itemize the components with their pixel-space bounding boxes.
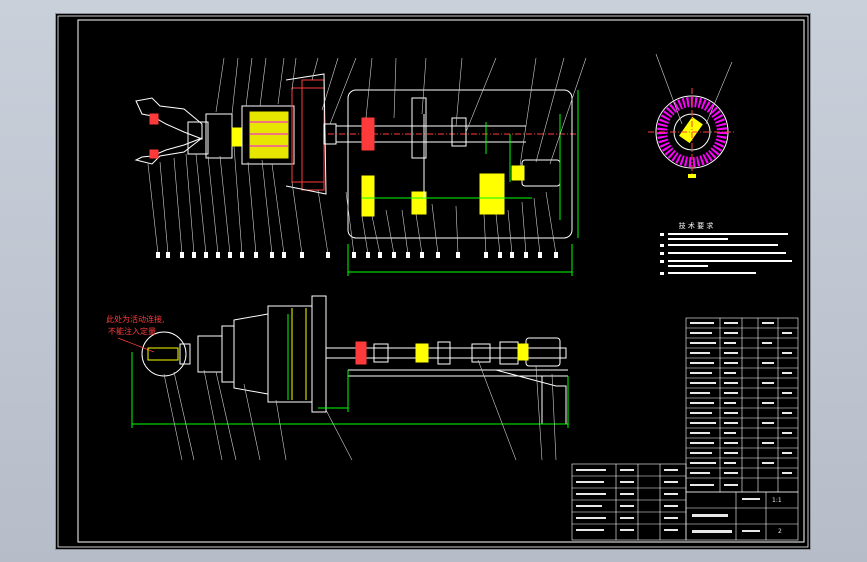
annotation-note-line1: 此处为活动连接, <box>106 315 165 324</box>
rotary-housing <box>301 79 325 191</box>
gripper-jaw-lower <box>134 137 203 165</box>
detail-circle <box>141 331 187 377</box>
cylinder-inner <box>249 111 289 159</box>
front-motor <box>525 337 561 367</box>
wrist-shaft <box>231 127 243 147</box>
support-bracket <box>495 369 567 424</box>
motor-top <box>521 159 561 187</box>
front-housing <box>267 305 313 403</box>
gripper-jaw-upper <box>135 97 203 140</box>
tech-requirements: 技 术 要 求 <box>660 221 792 275</box>
top-view <box>134 57 587 276</box>
annotation-note-line2: 不能注入定量 <box>108 327 156 336</box>
tech-requirements-title: 技 术 要 求 <box>679 221 714 230</box>
title-block-drawing-no: 2 <box>778 528 782 535</box>
front-cylinder-small <box>221 325 235 383</box>
section-view <box>648 53 736 178</box>
front-cylinder <box>233 313 269 395</box>
flange-housing <box>291 87 325 183</box>
gripper-front <box>147 347 179 361</box>
outer-frame <box>57 15 809 548</box>
gear-pair-3b <box>479 173 505 215</box>
front-view <box>117 295 569 461</box>
top-leader-tags <box>156 252 558 258</box>
front-wrist <box>197 335 223 373</box>
wrist-flange <box>205 113 233 159</box>
parts-list-text <box>576 322 792 533</box>
parts-list <box>571 317 799 541</box>
gear-pair-1b <box>361 175 375 217</box>
gearbox-base <box>347 89 573 239</box>
jaw-pin-2 <box>149 149 159 159</box>
jaw-block <box>187 121 209 155</box>
gear-pair-1a <box>361 117 375 151</box>
drawing-sheet: 技 术 要 求 此处为活动连接, 不能注入定量 1:1 2 <box>55 13 811 550</box>
section-key <box>679 116 703 144</box>
front-flange <box>311 295 327 413</box>
annotation-leader <box>117 337 155 353</box>
jaw-pin-1 <box>149 113 159 125</box>
motor-coupling <box>511 165 525 181</box>
cad-drawing: 技 术 要 求 <box>57 15 809 548</box>
top-leaders <box>147 57 587 255</box>
title-block-scale: 1:1 <box>772 497 782 504</box>
